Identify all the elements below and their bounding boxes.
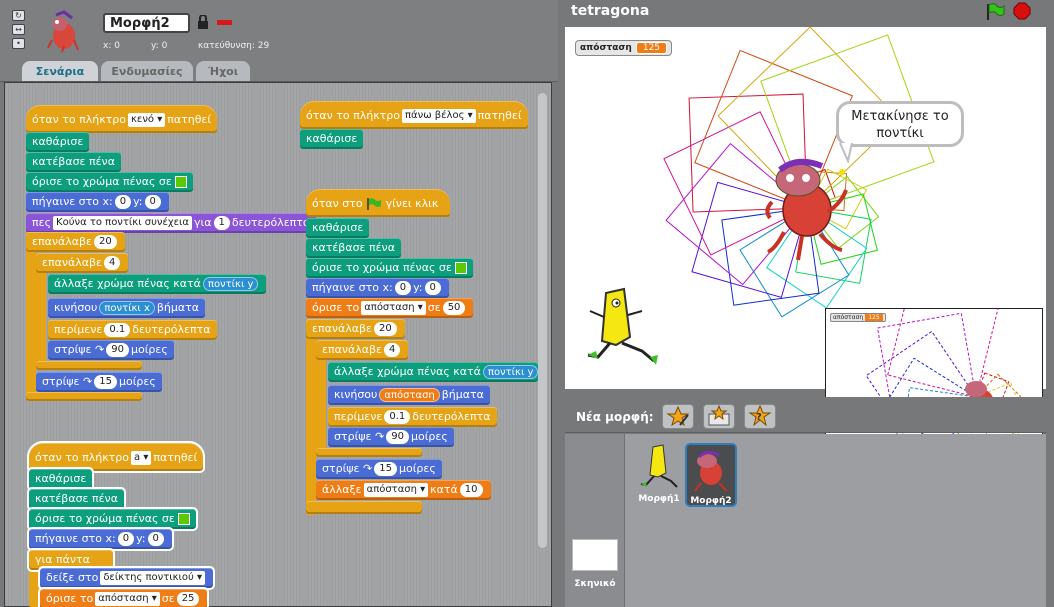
- goto-xy-block[interactable]: πήγαινε στο x: 0 y: 0: [27, 527, 174, 551]
- speech-bubble: Μετακίνησε το ποντίκι: [836, 101, 964, 147]
- folder-star-icon: [708, 404, 730, 426]
- paint-star-icon: [666, 405, 690, 427]
- red-sprite-thumbnail: [694, 450, 728, 492]
- stop-icon[interactable]: [1013, 2, 1031, 20]
- svg-text:?: ?: [756, 412, 762, 423]
- variable-monitor[interactable]: απόσταση 125: [575, 40, 673, 56]
- variable-dropdown[interactable]: απόσταση ▾: [95, 592, 160, 606]
- rotate-style-button[interactable]: ↻: [12, 10, 25, 21]
- change-variable-block[interactable]: άλλαξε απόσταση ▾ κατά 10: [316, 480, 491, 500]
- flip-style-button[interactable]: ↔: [12, 24, 25, 35]
- target-dropdown[interactable]: δείκτης ποντικιού ▾: [100, 571, 206, 585]
- no-rotate-button[interactable]: •: [12, 38, 25, 49]
- red-monster-sprite[interactable]: [762, 152, 852, 262]
- move-steps-block[interactable]: κινήσου απόσταση βήματα: [328, 385, 490, 405]
- paint-sprite-button[interactable]: [662, 404, 694, 429]
- color-swatch[interactable]: [174, 176, 187, 188]
- when-key-pressed-hat[interactable]: όταν το πλήκτρο πάνω βέλος ▾ πατηθεί: [300, 101, 528, 129]
- sprite-x-readout: x: 0: [103, 41, 120, 51]
- sprite-thumb-2[interactable]: Μορφή2: [685, 443, 737, 507]
- turn-block[interactable]: στρίψε ↷ 15 μοίρες: [36, 372, 162, 392]
- move-steps-block[interactable]: κινήσου ποντίκι x βήματα: [48, 298, 206, 318]
- wait-block[interactable]: περίμενε 0.1 δευτερόλεπτα: [328, 407, 497, 427]
- pen-color-indicator: [217, 20, 232, 25]
- set-pen-color-block[interactable]: όρισε το χρώμα πένας σε: [26, 172, 193, 192]
- wait-block[interactable]: περίμενε 0.1 δευτερόλεπτα: [48, 320, 217, 340]
- goto-xy-block[interactable]: πήγαινε στο x: 0 y: 0: [306, 278, 449, 298]
- green-flag-icon[interactable]: [985, 3, 1005, 21]
- variable-dropdown[interactable]: απόσταση ▾: [363, 483, 429, 497]
- sprite-name-field[interactable]: Μορφή2: [103, 13, 190, 33]
- repeat-block[interactable]: επανάλαβε 20: [26, 232, 125, 252]
- set-variable-block[interactable]: όρισε το απόσταση ▾ σε 50: [306, 298, 474, 318]
- speech-bubble-tail: [839, 143, 853, 163]
- tab-scripts[interactable]: Σενάρια: [22, 61, 98, 81]
- repeat-block[interactable]: επανάλαβε 4: [36, 253, 129, 273]
- pen-down-block[interactable]: κατέβασε πένα: [26, 152, 121, 172]
- repeat-outer-arm: [306, 319, 316, 515]
- say-for-secs-block[interactable]: πες Κούνα το ποντίκι συνέχεια για 1 δευτερόλ…: [26, 213, 317, 233]
- clear-block[interactable]: καθάρισε: [300, 129, 364, 149]
- repeat-inner-foot: [36, 361, 142, 370]
- new-sprite-label: Νέα μορφή:: [576, 410, 654, 424]
- change-pen-color-block[interactable]: άλλαξε χρώμα πένας κατά ποντίκι y: [48, 274, 267, 294]
- scratch-window: ↻ ↔ • Μορφή2 x: 0 y: 0 κατεύθυνση: 29 Σε…: [0, 0, 1054, 607]
- tab-costumes[interactable]: Ενδυμασίες: [101, 61, 193, 81]
- scripts-scrollbar[interactable]: [538, 93, 547, 548]
- repeat-outer-foot: [306, 501, 422, 514]
- change-pen-color-block[interactable]: άλλαξε χρώμα πένας κατά ποντίκι y: [328, 362, 538, 382]
- forever-block[interactable]: για πάντα: [27, 548, 115, 572]
- sprite-label: Μορφή2: [690, 496, 732, 506]
- turn-block[interactable]: στρίψε ↷ 15 μοίρες: [316, 459, 442, 479]
- key-dropdown[interactable]: πάνω βέλος ▾: [402, 109, 476, 123]
- question-star-icon: ?: [748, 404, 772, 427]
- goto-xy-block[interactable]: πήγαινε στο x: 0 y: 0: [26, 192, 169, 212]
- repeat-outer-foot: [26, 392, 142, 401]
- clear-block[interactable]: καθάρισε: [26, 132, 90, 152]
- repeat-inner-foot: [316, 448, 422, 457]
- choose-sprite-button[interactable]: [703, 404, 735, 429]
- sprite-y-readout: y: 0: [151, 41, 168, 51]
- sprite-direction-readout: κατεύθυνση: 29: [198, 41, 270, 51]
- sprite-label: Μορφή1: [638, 494, 680, 504]
- when-key-pressed-hat[interactable]: όταν το πλήκτρο κενό ▾ πατηθεί: [26, 105, 218, 133]
- color-swatch[interactable]: [177, 513, 190, 525]
- color-swatch[interactable]: [454, 262, 467, 274]
- repeat-block[interactable]: επανάλαβε 4: [316, 340, 409, 360]
- stage-label: Σκηνικό: [574, 579, 616, 589]
- set-pen-color-block[interactable]: όρισε το χρώμα πένας σε: [306, 258, 473, 278]
- lock-icon[interactable]: [197, 15, 209, 30]
- set-variable-block[interactable]: όρισε το απόσταση ▾ σε 25: [37, 587, 210, 607]
- key-dropdown[interactable]: κενό ▾: [128, 113, 166, 127]
- when-key-pressed-hat[interactable]: όταν το πλήκτρο a ▾ πατηθεί: [26, 441, 206, 473]
- point-towards-block[interactable]: δείξε στο δείκτης ποντικιού ▾: [37, 566, 216, 590]
- clear-block[interactable]: καθάρισε: [306, 218, 370, 238]
- repeat-block[interactable]: επανάλαβε 20: [306, 319, 405, 339]
- stage-thumbnail[interactable]: [572, 539, 618, 571]
- surprise-sprite-button[interactable]: ?: [744, 404, 776, 429]
- green-flag-icon: [367, 198, 382, 210]
- yellow-sprite-thumbnail: [640, 444, 678, 488]
- repeat-outer-arm: [26, 232, 36, 400]
- clear-block[interactable]: καθάρισε: [26, 467, 95, 491]
- preview-variable-monitor: απόσταση 125: [830, 313, 886, 322]
- set-pen-color-block[interactable]: όρισε το χρώμα πένας σε: [27, 507, 198, 531]
- tab-sounds[interactable]: Ήχοι: [196, 61, 250, 81]
- sprite-thumbnail: [47, 10, 79, 53]
- turn-block[interactable]: στρίψε ↷ 90 μοίρες: [328, 427, 454, 447]
- pen-down-block[interactable]: κατέβασε πένα: [27, 487, 126, 511]
- turn-block[interactable]: στρίψε ↷ 90 μοίρες: [48, 340, 174, 360]
- yellow-character-sprite[interactable]: [584, 285, 664, 367]
- key-dropdown[interactable]: a ▾: [131, 451, 152, 465]
- pen-down-block[interactable]: κατέβασε πένα: [306, 238, 401, 258]
- sprite-thumb-1[interactable]: Μορφή1: [633, 443, 685, 507]
- variable-dropdown[interactable]: απόσταση ▾: [361, 301, 426, 315]
- project-title: tetragona: [571, 3, 650, 19]
- when-flag-clicked-hat[interactable]: όταν στο γίνει κλικ: [306, 189, 450, 217]
